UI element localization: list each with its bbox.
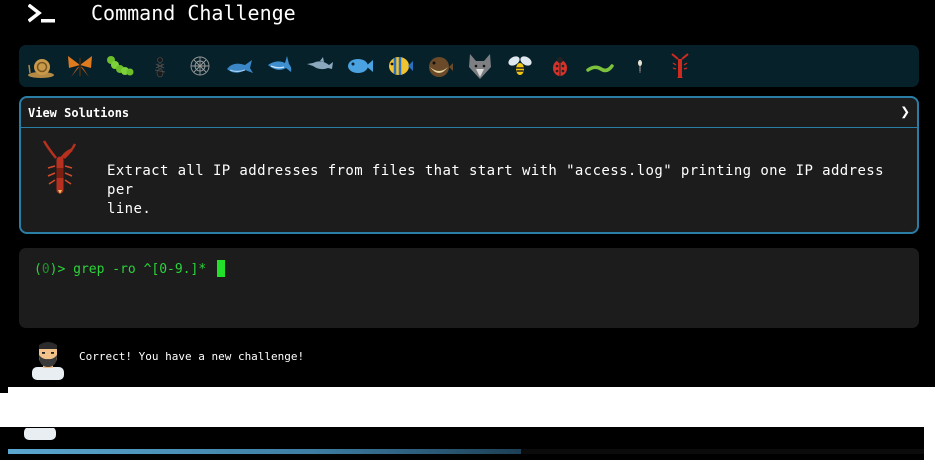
header: Command Challenge: [0, 0, 935, 34]
text-cursor: [217, 260, 226, 277]
scorpion-icon: [42, 140, 77, 194]
page-title: Command Challenge: [91, 1, 296, 25]
ladybug-icon[interactable]: [545, 51, 575, 81]
spider-web-icon[interactable]: [185, 51, 215, 81]
typed-command[interactable]: grep -ro ^[0-9.]*: [73, 262, 214, 277]
partial-avatar: [23, 428, 57, 440]
view-solutions-label: View Solutions: [28, 106, 130, 120]
snail-icon[interactable]: [26, 51, 56, 81]
terminal-command-line[interactable]: (0)> grep -ro ^[0-9.]*: [34, 260, 226, 278]
shark-icon[interactable]: [265, 51, 295, 81]
challenge-description: Extract all IP addresses from files that…: [107, 162, 907, 219]
tropical-fish-icon[interactable]: [385, 51, 415, 81]
terminal-prompt-icon[interactable]: [28, 4, 56, 26]
whale-icon[interactable]: [225, 51, 255, 81]
caterpillar-icon[interactable]: [105, 51, 135, 81]
lobster-icon[interactable]: [665, 51, 695, 81]
terminal-input[interactable]: (0)> grep -ro ^[0-9.]*: [19, 248, 919, 328]
wolf-icon[interactable]: [465, 51, 495, 81]
progress-fill: [8, 449, 521, 454]
worm-icon[interactable]: [585, 51, 615, 81]
bee-icon[interactable]: [505, 51, 535, 81]
prompt-counter: 0: [41, 262, 50, 277]
bug-icon[interactable]: [625, 51, 655, 81]
dolphin-icon[interactable]: [305, 51, 335, 81]
fish-icon[interactable]: [345, 51, 375, 81]
prompt-open: (: [34, 262, 42, 277]
overlay-edge: [924, 427, 935, 460]
prompt-close: )>: [49, 262, 74, 277]
ant-icon[interactable]: [145, 51, 175, 81]
status-message: Correct! You have a new challenge!: [79, 350, 305, 363]
challenge-text-line: Extract all IP addresses from files that…: [107, 163, 884, 198]
challenge-panel: View Solutions ❯ Extract all IP addresse…: [19, 96, 919, 234]
overlay-band: [0, 387, 935, 427]
view-solutions-toggle[interactable]: View Solutions ❯: [21, 98, 917, 128]
bearded-man-avatar: [32, 342, 64, 380]
app-root: Command Challenge View Solutions ❯ Extra…: [0, 0, 935, 460]
chevron-right-icon[interactable]: ❯: [900, 103, 910, 121]
butterfly-icon[interactable]: [65, 51, 95, 81]
challenge-text-line: line.: [107, 201, 152, 217]
overlay-notch: [0, 387, 8, 393]
pufferfish-icon[interactable]: [425, 51, 455, 81]
progress-track: [8, 449, 924, 454]
challenge-icon-strip: [19, 45, 919, 87]
